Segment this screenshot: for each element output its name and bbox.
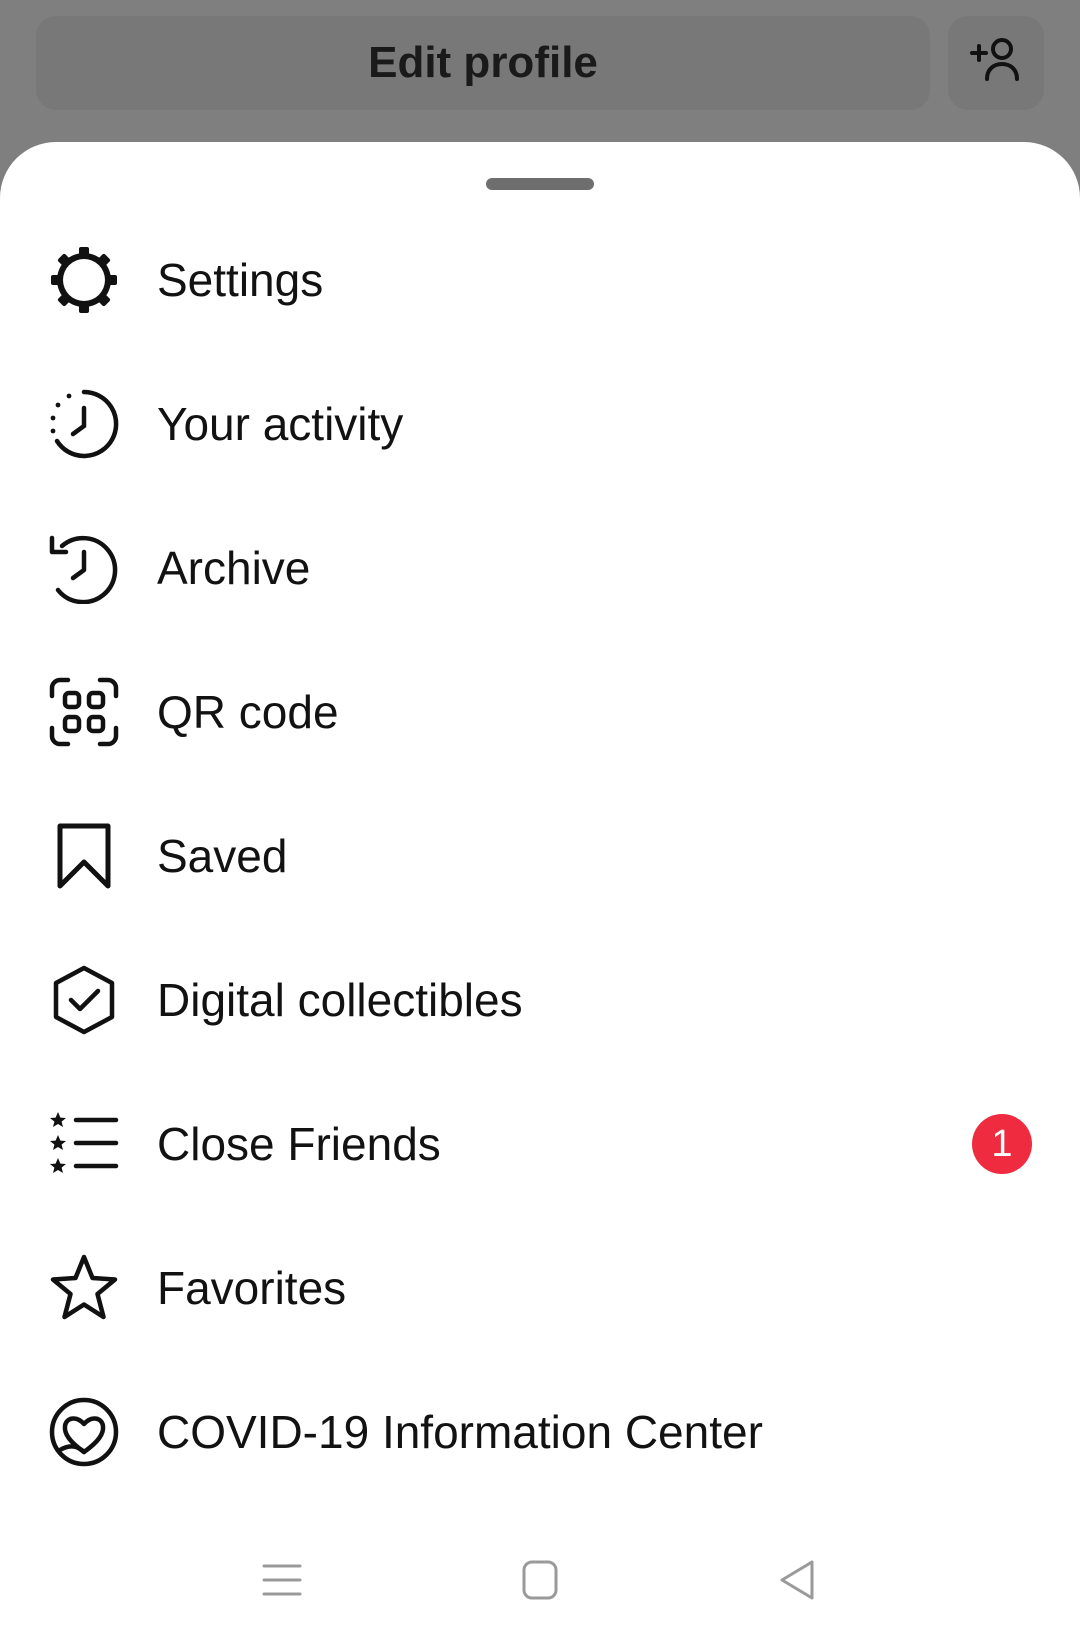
heart-circle-icon <box>48 1396 120 1468</box>
menu-lines-icon <box>258 1556 306 1609</box>
menu-item-settings[interactable]: Settings <box>0 220 1080 340</box>
hexagon-check-icon <box>48 964 120 1036</box>
person-add-icon <box>968 33 1024 94</box>
bookmark-icon <box>48 820 120 892</box>
profile-header-background: Edit profile <box>0 0 1080 160</box>
menu-item-saved[interactable]: Saved <box>0 796 1080 916</box>
qr-code-icon <box>48 676 120 748</box>
menu-item-close-friends[interactable]: Close Friends 1 <box>0 1084 1080 1204</box>
menu-item-covid-information-center-label: COVID-19 Information Center <box>157 1406 763 1458</box>
menu-item-close-friends-label: Close Friends <box>157 1118 441 1170</box>
options-bottom-sheet: Settings Your activity Archive QR code S… <box>0 142 1080 1644</box>
menu-item-archive-label: Archive <box>157 542 311 594</box>
square-icon <box>516 1556 564 1609</box>
discover-people-button[interactable] <box>948 16 1044 110</box>
edit-profile-button[interactable]: Edit profile <box>36 16 930 110</box>
menu-item-digital-collectibles[interactable]: Digital collectibles <box>0 940 1080 1060</box>
settings-gear-icon <box>48 244 120 316</box>
menu-item-settings-label: Settings <box>157 254 324 306</box>
menu-item-digital-collectibles-label: Digital collectibles <box>157 974 523 1026</box>
home-button[interactable] <box>504 1546 576 1618</box>
menu-item-covid-information-center[interactable]: COVID-19 Information Center <box>0 1372 1080 1492</box>
menu-item-favorites[interactable]: Favorites <box>0 1228 1080 1348</box>
sheet-drag-handle[interactable] <box>486 178 594 190</box>
activity-clock-icon <box>48 388 120 460</box>
menu-item-your-activity[interactable]: Your activity <box>0 364 1080 484</box>
archive-history-icon <box>48 532 120 604</box>
menu-item-saved-label: Saved <box>157 830 288 882</box>
menu-item-archive[interactable]: Archive <box>0 508 1080 628</box>
menu-item-qr-code-label: QR code <box>157 686 339 738</box>
recents-button[interactable] <box>246 1546 318 1618</box>
menu-item-qr-code[interactable]: QR code <box>0 652 1080 772</box>
back-button[interactable] <box>762 1546 834 1618</box>
triangle-back-icon <box>774 1556 822 1609</box>
star-list-icon <box>48 1108 120 1180</box>
menu-item-your-activity-label: Your activity <box>157 398 404 450</box>
system-navigation-bar <box>0 1520 1080 1644</box>
star-icon <box>48 1252 120 1324</box>
notification-badge: 1 <box>972 1114 1032 1174</box>
edit-profile-label: Edit profile <box>368 38 598 87</box>
menu-item-favorites-label: Favorites <box>157 1262 347 1314</box>
